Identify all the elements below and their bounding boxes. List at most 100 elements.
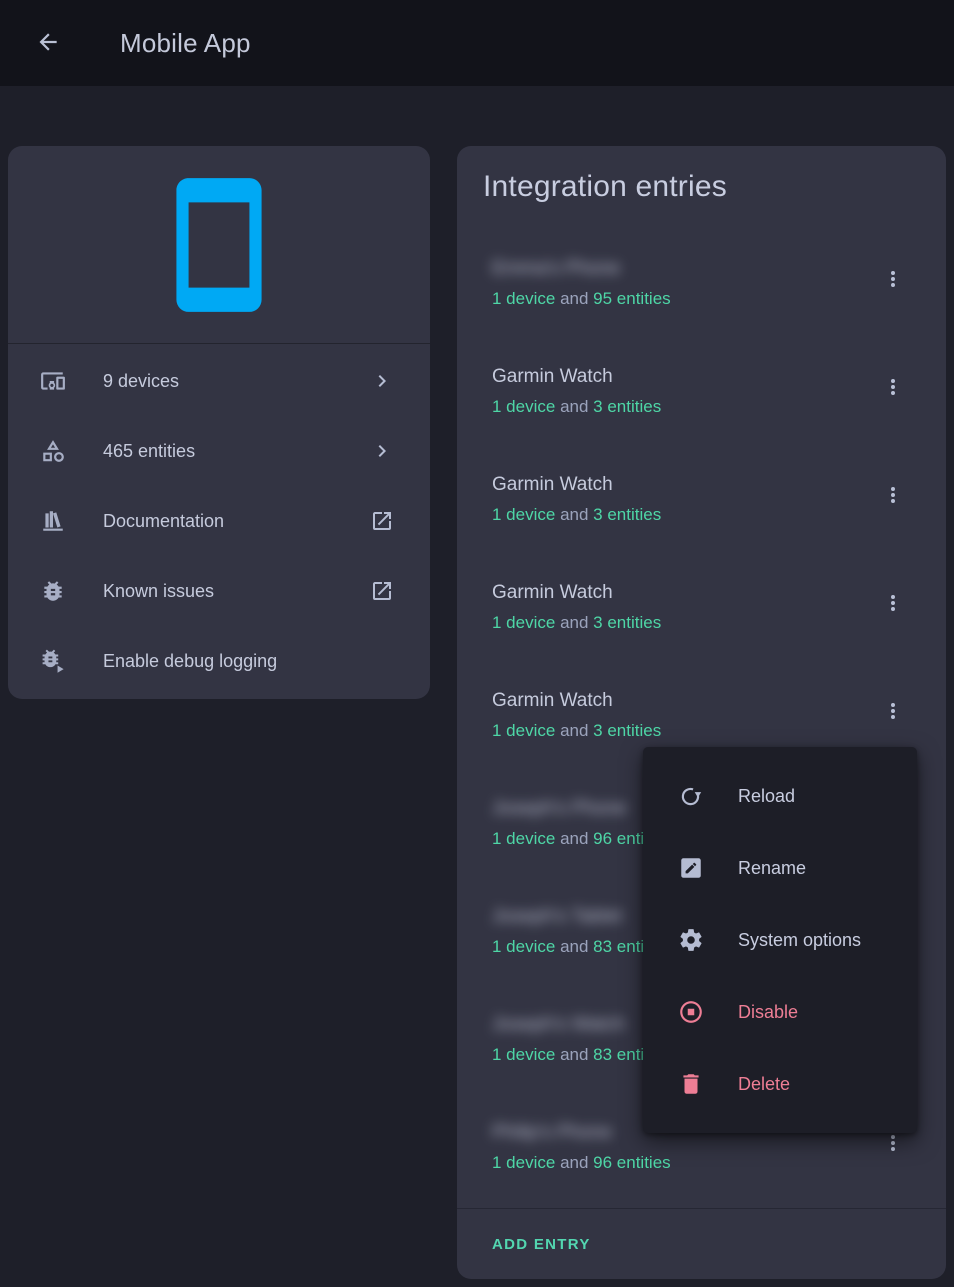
entry-text: Garmin Watch 1 device and 3 entities [492,472,871,528]
entry-entities-count: 3 entities [593,721,661,740]
entry-entities-count: 3 entities [593,397,661,416]
entry-context-menu: Reload Rename System options Disable Del [643,747,917,1133]
shapes-icon [40,438,66,464]
entry-subtitle[interactable]: 1 device and 3 entities [492,718,871,744]
integration-info-card: 9 devices 465 entities Documentation [8,146,430,699]
entries-card-footer: ADD ENTRY [457,1209,946,1279]
entry-devices-count: 1 device [492,505,555,524]
entry-text: Garmin Watch 1 device and 3 entities [492,580,871,636]
entry-entities-count: 3 entities [593,505,661,524]
entry-subtitle[interactable]: 1 device and 3 entities [492,394,871,420]
integration-page: Mobile App 9 devices [0,0,954,1287]
cog-icon [678,927,704,953]
entry-entities-count: 96 entities [593,1153,671,1172]
dots-vertical-icon [881,591,905,618]
entry-menu-button[interactable] [871,690,915,734]
integration-entry-row[interactable]: Emma's Phone 1 device and 95 entities [457,236,946,344]
entry-devices-count: 1 device [492,1045,555,1064]
entry-menu-button[interactable] [871,474,915,518]
entry-connector: and [560,937,588,956]
arrow-left-icon [35,29,61,58]
devices-row[interactable]: 9 devices [8,346,430,416]
dots-vertical-icon [881,375,905,402]
entry-entities-count: 95 entities [593,289,671,308]
menu-item-label: Delete [738,1074,790,1095]
chevron-right-icon [370,439,394,463]
entry-menu-button[interactable] [871,366,915,410]
add-entry-button[interactable]: ADD ENTRY [492,1236,591,1253]
integration-entry-row[interactable]: Garmin Watch 1 device and 3 entities [457,560,946,668]
entry-devices-count: 1 device [492,721,555,740]
entry-connector: and [560,505,588,524]
dots-vertical-icon [881,1131,905,1158]
entry-devices-count: 1 device [492,289,555,308]
entry-connector: and [560,721,588,740]
dots-vertical-icon [881,699,905,726]
reload-icon [678,783,704,809]
entry-connector: and [560,289,588,308]
trash-icon [678,1071,704,1097]
entry-devices-count: 1 device [492,829,555,848]
entry-name: Garmin Watch [492,688,871,714]
topbar: Mobile App [0,0,954,86]
enable-debug-logging-row[interactable]: Enable debug logging [8,626,430,696]
entry-devices-count: 1 device [492,937,555,956]
chevron-right-icon [370,369,394,393]
menu-item-label: Disable [738,1002,798,1023]
menu-item-label: System options [738,930,861,951]
entry-devices-count: 1 device [492,397,555,416]
menu-item-system-options[interactable]: System options [643,904,917,976]
integration-entry-row[interactable]: Garmin Watch 1 device and 3 entities [457,452,946,560]
page-title: Mobile App [120,28,251,59]
entities-row-label: 465 entities [103,441,370,462]
entries-card-title: Integration entries [457,146,946,204]
enable-debug-logging-label: Enable debug logging [103,651,394,672]
entry-entities-count: 3 entities [593,613,661,632]
dots-vertical-icon [881,483,905,510]
dots-vertical-icon [881,267,905,294]
open-in-new-icon [370,509,394,533]
info-rows: 9 devices 465 entities Documentation [8,344,430,696]
entry-devices-count: 1 device [492,1153,555,1172]
entry-devices-count: 1 device [492,613,555,632]
entry-connector: and [560,613,588,632]
entry-text: Garmin Watch 1 device and 3 entities [492,688,871,744]
menu-item-label: Reload [738,786,795,807]
menu-item-delete[interactable]: Delete [643,1048,917,1120]
entry-connector: and [560,397,588,416]
rename-box-icon [678,855,704,881]
entities-row[interactable]: 465 entities [8,416,430,486]
entry-subtitle[interactable]: 1 device and 96 entities [492,1150,871,1176]
entry-name: Garmin Watch [492,364,871,390]
stop-circle-icon [678,999,704,1025]
entry-text: Garmin Watch 1 device and 3 entities [492,364,871,420]
menu-item-rename[interactable]: Rename [643,832,917,904]
entry-menu-button[interactable] [871,582,915,626]
entry-subtitle[interactable]: 1 device and 3 entities [492,610,871,636]
integration-icon-header [8,146,430,343]
entry-connector: and [560,1153,588,1172]
menu-item-reload[interactable]: Reload [643,760,917,832]
devices-icon [40,368,66,394]
entry-subtitle[interactable]: 1 device and 3 entities [492,502,871,528]
entry-connector: and [560,829,588,848]
known-issues-row-label: Known issues [103,581,370,602]
cellphone-icon [146,172,292,318]
bug-icon [40,578,66,604]
known-issues-row[interactable]: Known issues [8,556,430,626]
documentation-row[interactable]: Documentation [8,486,430,556]
devices-row-label: 9 devices [103,371,370,392]
integration-entry-row[interactable]: Garmin Watch 1 device and 3 entities [457,344,946,452]
bug-play-icon [40,648,66,674]
entry-name: Emma's Phone [492,256,871,282]
entry-name: Garmin Watch [492,472,871,498]
open-in-new-icon [370,579,394,603]
entry-name: Garmin Watch [492,580,871,606]
back-button[interactable] [24,19,72,67]
documentation-row-label: Documentation [103,511,370,532]
entry-text: Emma's Phone 1 device and 95 entities [492,256,871,312]
menu-item-disable[interactable]: Disable [643,976,917,1048]
entry-connector: and [560,1045,588,1064]
entry-subtitle[interactable]: 1 device and 95 entities [492,286,871,312]
entry-menu-button[interactable] [871,258,915,302]
